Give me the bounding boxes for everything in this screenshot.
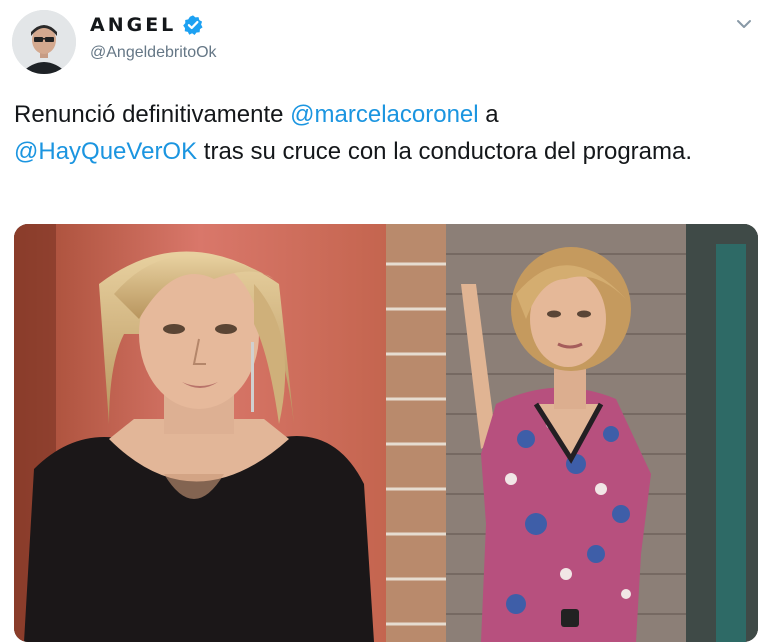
photo-left[interactable] xyxy=(14,224,386,642)
name-row: ANGEL xyxy=(90,14,204,36)
tweet-text-part: Renunció definitivamente xyxy=(14,101,291,128)
photo-right[interactable] xyxy=(386,224,758,642)
tweet-card: ANGEL @AngeldebritoOk Renunció definitiv… xyxy=(0,0,768,644)
user-handle[interactable]: @AngeldebritoOk xyxy=(90,44,217,62)
avatar[interactable] xyxy=(12,10,76,74)
mention-link-hayqueverok[interactable]: @HayQueVerOK xyxy=(14,138,197,165)
verified-badge-icon xyxy=(182,14,204,36)
chevron-down-icon[interactable] xyxy=(734,14,754,34)
tweet-text: Renunció definitivamente @marcelacoronel… xyxy=(14,96,754,170)
tweet-text-part: tras su cruce con la conductora del prog… xyxy=(197,138,693,165)
tweet-media[interactable] xyxy=(14,224,758,642)
mention-link-marcelacoronel[interactable]: @marcelacoronel xyxy=(290,101,478,128)
display-name[interactable]: ANGEL xyxy=(90,14,176,36)
tweet-text-part: a xyxy=(478,101,499,128)
